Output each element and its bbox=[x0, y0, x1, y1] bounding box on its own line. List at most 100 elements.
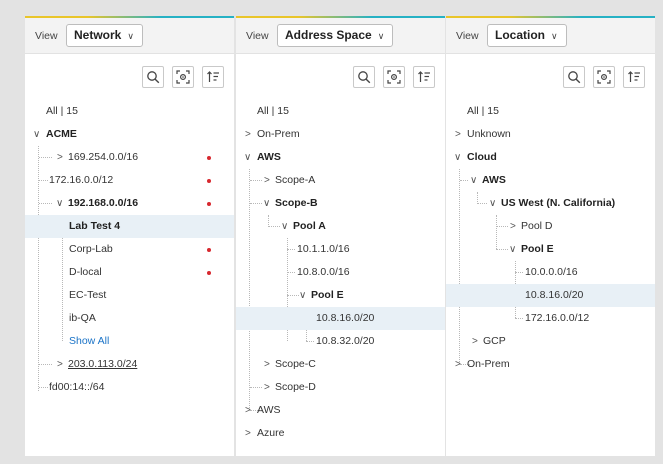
network-panel: View Network ∨ All | 15 ∨ ACME >169.254.0.… bbox=[25, 16, 234, 456]
alert-dot bbox=[207, 179, 211, 183]
tree-row-scope-c[interactable]: > Scope-C bbox=[236, 353, 445, 376]
tree-row-on-prem[interactable]: > On-Prem bbox=[236, 123, 445, 146]
chevron-right-icon[interactable]: > bbox=[264, 169, 270, 192]
tree-row-169-254[interactable]: >169.254.0.0/16 bbox=[25, 146, 234, 169]
chevron-down-icon[interactable]: ∨ bbox=[56, 192, 63, 215]
chevron-down-icon[interactable]: ∨ bbox=[509, 238, 516, 261]
tree-row-label: 10.8.0.0/16 bbox=[297, 266, 350, 278]
focus-button[interactable] bbox=[172, 66, 194, 88]
sort-button[interactable] bbox=[202, 66, 224, 88]
tree-row-label: 192.168.0.0/16 bbox=[68, 197, 139, 209]
panel-header: View Network ∨ bbox=[25, 18, 234, 54]
tree-row-pool-d[interactable]: > Pool D bbox=[446, 215, 655, 238]
tree-row-203-0-113[interactable]: >203.0.113.0/24 bbox=[25, 353, 234, 376]
chevron-down-icon[interactable]: ∨ bbox=[263, 192, 270, 215]
view-select[interactable]: Address Space ∨ bbox=[277, 24, 394, 47]
alert-dot bbox=[207, 248, 211, 252]
tree-row-cloud[interactable]: ∨ Cloud bbox=[446, 146, 655, 169]
tree-row-10-0-0[interactable]: 10.0.0.0/16 bbox=[446, 261, 655, 284]
tree-row-corp-lab[interactable]: Corp-Lab bbox=[25, 238, 234, 261]
focus-button[interactable] bbox=[383, 66, 405, 88]
tree-row-192-168[interactable]: ∨ 192.168.0.0/16 bbox=[25, 192, 234, 215]
search-button[interactable] bbox=[142, 66, 164, 88]
sort-button[interactable] bbox=[623, 66, 645, 88]
chevron-down-icon[interactable]: ∨ bbox=[489, 192, 496, 215]
tree-row-10-8-0[interactable]: 10.8.0.0/16 bbox=[236, 261, 445, 284]
chevron-right-icon[interactable]: > bbox=[264, 376, 270, 399]
tree-row-label: Scope-D bbox=[275, 381, 316, 393]
chevron-down-icon[interactable]: ∨ bbox=[33, 123, 40, 146]
tree-row-all[interactable]: All | 15 bbox=[446, 100, 655, 123]
chevron-right-icon[interactable]: > bbox=[472, 330, 478, 353]
chevron-down-icon[interactable]: ∨ bbox=[281, 215, 288, 238]
tree-row-all[interactable]: All | 15 bbox=[25, 100, 234, 123]
view-select[interactable]: Location ∨ bbox=[487, 24, 567, 47]
tree-row-gcp[interactable]: > GCP bbox=[446, 330, 655, 353]
sort-icon bbox=[628, 71, 640, 82]
chevron-right-icon[interactable]: > bbox=[245, 123, 251, 146]
tree-row-172-16[interactable]: 172.16.0.0/12 bbox=[446, 307, 655, 330]
tree-row-pool-e[interactable]: ∨ Pool E bbox=[236, 284, 445, 307]
tree-row-label: Pool A bbox=[293, 220, 326, 232]
tree-row-label: Cloud bbox=[467, 151, 497, 163]
tree-row-ec-test[interactable]: EC-Test bbox=[25, 284, 234, 307]
tree-row-azure[interactable]: > Azure bbox=[236, 422, 445, 445]
tree-row-10-1-1[interactable]: 10.1.1.0/16 bbox=[236, 238, 445, 261]
tree-row-label: D-local bbox=[69, 266, 102, 278]
chevron-right-icon[interactable]: > bbox=[455, 123, 461, 146]
search-icon bbox=[358, 71, 371, 84]
tree-row-10-8-16[interactable]: 10.8.16.0/20 bbox=[236, 307, 445, 330]
panel-header: View Address Space ∨ bbox=[236, 18, 445, 54]
tree-row-us-west[interactable]: ∨ US West (N. California) bbox=[446, 192, 655, 215]
address-space-panel: View Address Space ∨ All | 15 > On-Prem ∨ A… bbox=[236, 16, 445, 456]
search-button[interactable] bbox=[353, 66, 375, 88]
chevron-down-icon[interactable]: ∨ bbox=[299, 284, 306, 307]
chevron-right-icon[interactable]: > bbox=[57, 353, 63, 376]
tree-row-label: 10.0.0.0/16 bbox=[525, 266, 578, 278]
tree-row-aws-2[interactable]: > AWS bbox=[236, 399, 445, 422]
tree-row-scope-a[interactable]: > Scope-A bbox=[236, 169, 445, 192]
tree-row-pool-a[interactable]: ∨ Pool A bbox=[236, 215, 445, 238]
view-select[interactable]: Network ∨ bbox=[66, 24, 143, 47]
chevron-right-icon[interactable]: > bbox=[455, 353, 461, 376]
sort-button[interactable] bbox=[413, 66, 435, 88]
tree-row-fd00[interactable]: fd00:14::/64 bbox=[25, 376, 234, 399]
chevron-right-icon[interactable]: > bbox=[245, 399, 251, 422]
tree-row-aws[interactable]: ∨ AWS bbox=[446, 169, 655, 192]
chevron-right-icon[interactable]: > bbox=[57, 146, 63, 169]
focus-icon bbox=[176, 70, 190, 84]
show-all-label: Show All bbox=[69, 335, 110, 347]
chevron-right-icon[interactable]: > bbox=[264, 353, 270, 376]
tree-row-pool-e[interactable]: ∨ Pool E bbox=[446, 238, 655, 261]
chevron-right-icon[interactable]: > bbox=[510, 215, 516, 238]
tree-row-10-8-16[interactable]: 10.8.16.0/20 bbox=[446, 284, 655, 307]
chevron-right-icon[interactable]: > bbox=[245, 422, 251, 445]
tree-row-aws[interactable]: ∨ AWS bbox=[236, 146, 445, 169]
tree-row-label: 10.1.1.0/16 bbox=[297, 243, 350, 255]
tree-row-label: GCP bbox=[483, 335, 506, 347]
tree-row-ib-qa[interactable]: ib-QA bbox=[25, 307, 234, 330]
tree-row-all[interactable]: All | 15 bbox=[236, 100, 445, 123]
tree-row-label: Scope-A bbox=[275, 174, 316, 186]
chevron-down-icon[interactable]: ∨ bbox=[454, 146, 461, 169]
search-button[interactable] bbox=[563, 66, 585, 88]
tree-row-label: 203.0.113.0/24 bbox=[68, 358, 138, 370]
tree-row-lab-test-4[interactable]: Lab Test 4 bbox=[25, 215, 234, 238]
tree-row-label: Scope-B bbox=[275, 197, 318, 209]
chevron-down-icon[interactable]: ∨ bbox=[244, 146, 251, 169]
tree-row-acme[interactable]: ∨ ACME bbox=[25, 123, 234, 146]
alert-dot bbox=[207, 271, 211, 275]
tree-row-unknown[interactable]: > Unknown bbox=[446, 123, 655, 146]
tree-row-10-8-32[interactable]: 10.8.32.0/20 bbox=[236, 330, 445, 353]
tree-row-scope-b[interactable]: ∨ Scope-B bbox=[236, 192, 445, 215]
focus-icon bbox=[387, 70, 401, 84]
tree-row-label: EC-Test bbox=[69, 289, 107, 301]
tree-row-172-16[interactable]: 172.16.0.0/12 bbox=[25, 169, 234, 192]
tree-row-on-prem[interactable]: > On-Prem bbox=[446, 353, 655, 376]
show-all-link[interactable]: Show All bbox=[25, 330, 234, 353]
chevron-down-icon[interactable]: ∨ bbox=[470, 169, 477, 192]
tree-row-label: Scope-C bbox=[275, 358, 316, 370]
tree-row-d-local[interactable]: D-local bbox=[25, 261, 234, 284]
focus-button[interactable] bbox=[593, 66, 615, 88]
tree-row-scope-d[interactable]: > Scope-D bbox=[236, 376, 445, 399]
